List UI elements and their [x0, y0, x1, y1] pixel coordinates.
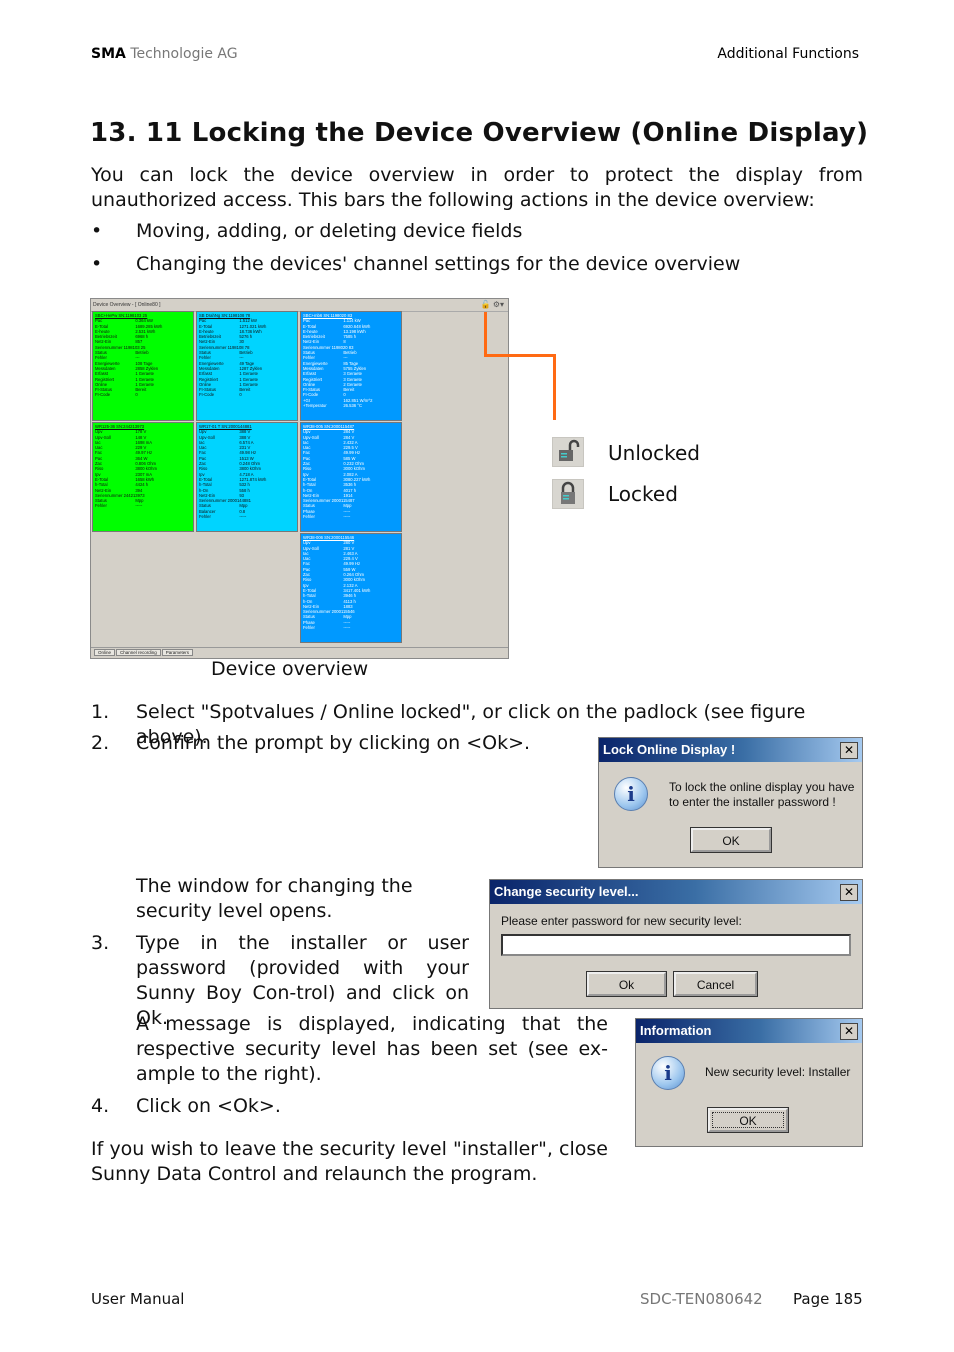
device-cell[interactable]: WR38-006 SN:2000115546 Upv 280 V Upv-Soll 28…	[300, 533, 402, 643]
device-cell[interactable]: SB DrahNg SN:1198108 78 Pac 1.512 kW E-Tota…	[196, 311, 298, 421]
header-company: SMA Technologie AG	[91, 46, 238, 62]
padlock-icon[interactable]: 🔓	[481, 300, 491, 309]
lock-online-display-dialog: Lock Online Display ! ✕ i To lock the on…	[598, 737, 863, 868]
ok-button[interactable]: OK	[708, 1108, 788, 1132]
channel-name: Fehler	[303, 625, 315, 631]
channel-value: -----	[239, 514, 247, 520]
dialog-title: Information	[636, 1019, 862, 1043]
close-icon[interactable]: ✕	[840, 884, 858, 901]
step-2: 2. Confirm the prompt by clicking on <Ok>…	[91, 732, 531, 754]
info-icon: i	[651, 1056, 685, 1090]
callout-line	[553, 354, 556, 420]
channel-value: 0	[135, 392, 138, 398]
device-cell[interactable]: WR17-01 T SN:2000144881 Upv 388 V Upv-Soll 3…	[196, 422, 298, 532]
bullet-item: • Moving, adding, or deleting device fiel…	[91, 220, 523, 242]
dialog-message: New security level: Installer	[705, 1065, 851, 1079]
tab-online[interactable]: Online	[94, 649, 116, 656]
channel-row: FI-Code 0	[95, 392, 191, 397]
footer-page-number: Page 185	[793, 1290, 863, 1308]
close-icon[interactable]: ✕	[840, 1023, 858, 1040]
channel-name: Fehler	[199, 514, 211, 520]
callout-line	[484, 312, 487, 356]
closing-paragraph: If you wish to leave the security level …	[91, 1138, 608, 1185]
info-icon: i	[614, 777, 648, 811]
channel-row: Fehler -----	[303, 514, 399, 519]
device-cell[interactable]: WR125-36 SN:244213973 Upv 178 V Upv-Soll 148…	[92, 422, 194, 532]
footer-left: User Manual	[91, 1290, 185, 1308]
channel-row: +Temperatur 26.536 °C	[303, 403, 399, 408]
footer-doc-id: SDC-TEN080642	[640, 1290, 763, 1308]
channel-value: 30	[239, 339, 244, 345]
ok-button[interactable]: Ok	[587, 972, 666, 996]
channel-value: 8	[343, 339, 346, 345]
channel-value: 0	[239, 392, 242, 398]
password-prompt: Please enter password for new security l…	[501, 914, 742, 928]
callout-line	[484, 354, 556, 357]
dialog-message: To lock the online display you have to en…	[669, 780, 855, 809]
bullet-item: • Changing the devices' channel settings …	[91, 253, 741, 275]
channel-value: -----	[135, 503, 143, 509]
close-icon[interactable]: ✕	[840, 742, 858, 759]
ok-button[interactable]: OK	[691, 828, 771, 852]
device-overview-window: Device Overview - [ Online80 ] 🔓 ⚙▾ SBC+…	[90, 298, 509, 659]
unlocked-padlock-icon	[552, 437, 584, 467]
channel-name: FI-Code	[199, 392, 215, 398]
change-security-level-dialog: Change security level... ✕ Please enter …	[489, 879, 863, 1009]
device-cell[interactable]: SBC+mb6 SN:1198020 83 Pac 1.114 kW E-Total 6…	[300, 311, 402, 421]
channel-name: Fehler	[95, 503, 107, 509]
intro-paragraph: You can lock the device overview in orde…	[91, 164, 863, 211]
dialog-title: Lock Online Display !	[599, 738, 862, 762]
channel-name: FI-Code	[95, 392, 111, 398]
legend-unlocked-label: Unlocked	[608, 441, 700, 465]
channel-value: -----	[343, 625, 351, 631]
locked-padlock-icon	[552, 479, 584, 509]
tab-bar: Online Channel recording Parameters	[91, 647, 508, 658]
tab-parameters[interactable]: Parameters	[161, 649, 194, 656]
cancel-button[interactable]: Cancel	[674, 972, 757, 996]
channel-value: 26.536 °C	[343, 403, 362, 409]
header-section: Additional Functions	[717, 46, 859, 62]
channel-row: FI-Code 0	[199, 392, 295, 397]
device-cell[interactable]: SBC+HePw SN:1198103 25 Pac 0.364 kW E-Total…	[92, 311, 194, 421]
channel-value: 857	[135, 339, 143, 345]
channel-value: -----	[343, 514, 351, 520]
step-4: 4. Click on <Ok>.	[91, 1095, 281, 1117]
channel-row: Fehler -----	[303, 625, 399, 630]
tab-channel-recording[interactable]: Channel recording	[116, 649, 161, 656]
gear-icon[interactable]: ⚙▾	[493, 300, 504, 309]
password-input[interactable]	[501, 934, 851, 956]
dialog-title: Change security level...	[490, 880, 862, 904]
page-title: 13. 11 Locking the Device Overview (Onli…	[90, 118, 869, 148]
channel-row: Fehler -----	[199, 514, 295, 519]
device-cell[interactable]: WR38-005 SN:2000115487 Upv 284 V Upv-Soll 28…	[300, 422, 402, 532]
channel-name: Fehler	[303, 514, 315, 520]
information-dialog: Information ✕ i New security level: Inst…	[635, 1018, 863, 1147]
message-text: A message is displayed, indicating that …	[136, 1013, 608, 1085]
channel-row: Fehler -----	[95, 503, 191, 508]
channel-name: +Temperatur	[303, 403, 327, 409]
figure-caption: Device overview	[211, 658, 369, 680]
window-opens-text: The window for changing the security lev…	[136, 875, 413, 922]
legend-locked-label: Locked	[608, 482, 678, 506]
